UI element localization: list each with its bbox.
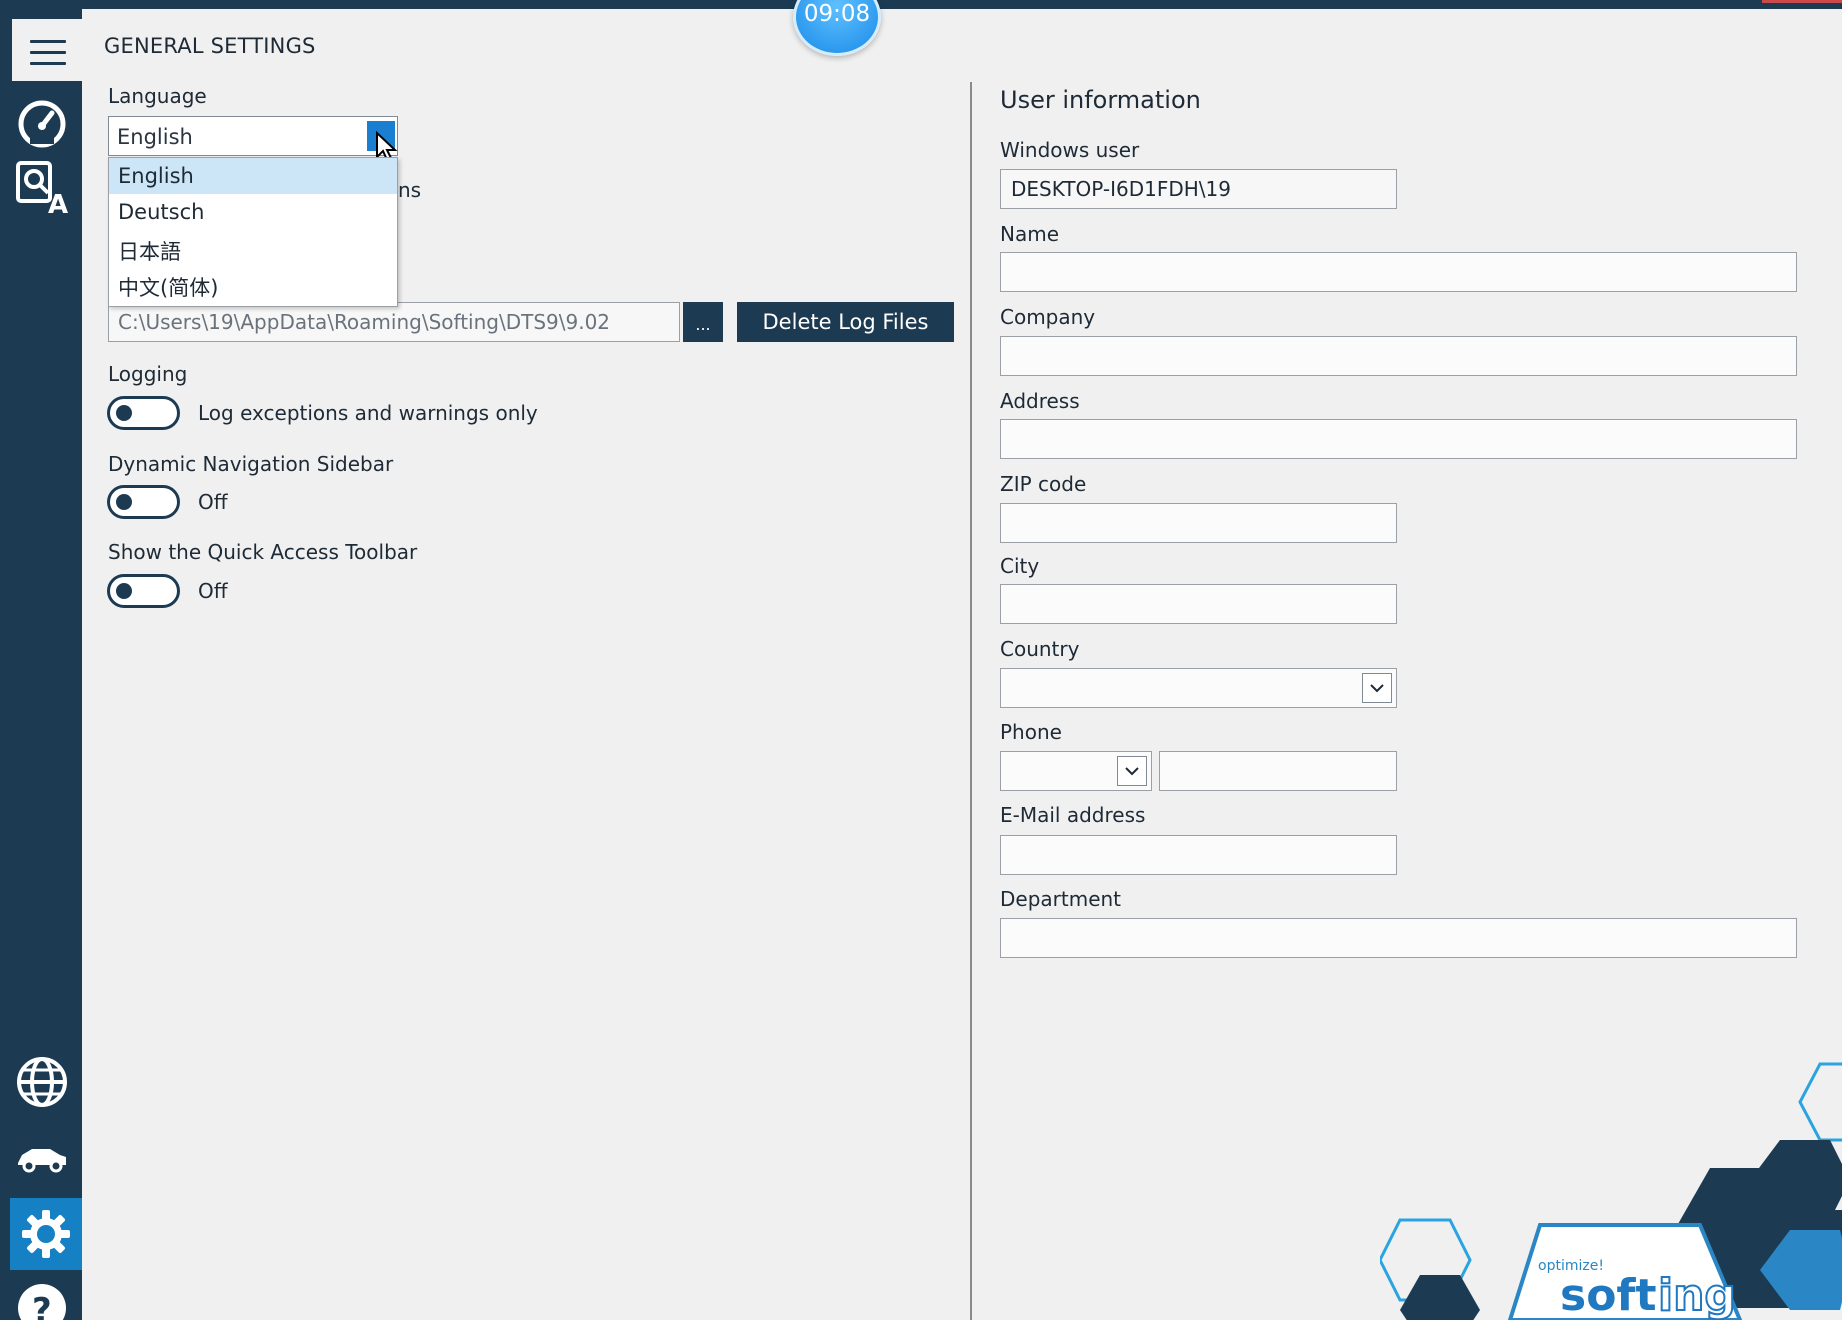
svg-text:A: A	[48, 190, 68, 215]
toggle-knob	[116, 494, 132, 510]
language-label: Language	[108, 84, 207, 108]
navigation-sidebar: A ?	[0, 9, 82, 1320]
name-input[interactable]	[1000, 252, 1797, 292]
windows-user-label: Windows user	[1000, 138, 1140, 162]
menu-area	[12, 19, 82, 81]
browse-button[interactable]: ...	[683, 302, 723, 342]
zip-code-label: ZIP code	[1000, 472, 1087, 496]
logo-wordmark-soft: soft	[1560, 1270, 1657, 1320]
hamburger-menu-icon[interactable]	[30, 40, 66, 65]
language-select-value: English	[117, 125, 193, 149]
dynamic-nav-state: Off	[198, 490, 228, 514]
language-option-deutsch[interactable]: Deutsch	[109, 194, 397, 230]
company-input[interactable]	[1000, 336, 1797, 376]
language-dropdown-list: English Deutsch 日本語 中文(简体)	[108, 157, 398, 307]
chevron-down-icon[interactable]	[1117, 756, 1147, 786]
phone-label: Phone	[1000, 720, 1062, 744]
quick-access-label: Show the Quick Access Toolbar	[108, 540, 418, 564]
user-information-heading: User information	[1000, 86, 1201, 114]
department-label: Department	[1000, 887, 1122, 911]
close-strip[interactable]	[1762, 0, 1842, 3]
logo-wordmark-ing: ing	[1658, 1270, 1736, 1320]
country-select[interactable]	[1000, 668, 1397, 708]
phone-number-input[interactable]	[1159, 751, 1397, 791]
quick-access-toggle[interactable]	[107, 574, 180, 608]
softing-logo: optimize! soft ing	[1380, 1060, 1842, 1320]
log-path-field[interactable]: C:\Users\19\AppData\Roaming\Softing\DTS9…	[108, 302, 680, 342]
clock-badge: 09:08	[793, 0, 881, 56]
windows-user-field[interactable]: DESKTOP-I6D1FDH\19	[1000, 169, 1397, 209]
car-icon[interactable]	[14, 1129, 70, 1185]
zip-code-input[interactable]	[1000, 503, 1397, 543]
city-label: City	[1000, 554, 1040, 578]
page-title: GENERAL SETTINGS	[104, 34, 316, 58]
obscured-label-fragment: ns	[398, 178, 422, 202]
help-icon[interactable]: ?	[14, 1277, 70, 1320]
chevron-down-icon[interactable]	[1362, 673, 1392, 703]
panel-divider	[970, 82, 972, 1320]
gear-icon[interactable]	[10, 1198, 82, 1270]
window-top-bar	[0, 0, 1842, 9]
logging-label: Logging	[108, 362, 188, 386]
svg-text:?: ?	[32, 1291, 52, 1320]
delete-log-files-button[interactable]: Delete Log Files	[737, 302, 954, 342]
speedometer-icon[interactable]	[14, 94, 70, 150]
email-label: E-Mail address	[1000, 803, 1146, 827]
language-select[interactable]: English	[108, 116, 398, 164]
dynamic-nav-toggle[interactable]	[107, 485, 180, 519]
toggle-knob	[116, 583, 132, 599]
logging-toggle-text: Log exceptions and warnings only	[198, 401, 538, 425]
quick-access-state: Off	[198, 579, 228, 603]
email-input[interactable]	[1000, 835, 1397, 875]
globe-icon[interactable]	[14, 1054, 70, 1110]
city-input[interactable]	[1000, 584, 1397, 624]
translate-icon[interactable]: A	[14, 159, 70, 215]
name-label: Name	[1000, 222, 1060, 246]
address-input[interactable]	[1000, 419, 1797, 459]
toggle-knob	[116, 405, 132, 421]
company-label: Company	[1000, 305, 1096, 329]
department-input[interactable]	[1000, 918, 1797, 958]
phone-country-code-select[interactable]	[1000, 751, 1152, 791]
address-label: Address	[1000, 389, 1080, 413]
language-option-japanese[interactable]: 日本語	[109, 230, 397, 266]
language-option-english[interactable]: English	[109, 158, 397, 194]
language-option-chinese[interactable]: 中文(简体)	[109, 266, 397, 302]
country-label: Country	[1000, 637, 1080, 661]
dynamic-nav-label: Dynamic Navigation Sidebar	[108, 452, 394, 476]
logging-toggle[interactable]	[107, 396, 180, 430]
